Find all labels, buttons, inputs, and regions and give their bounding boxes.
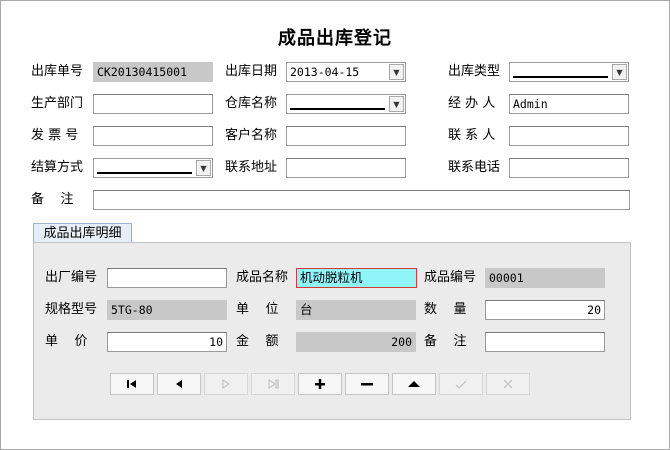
dropdown-arrow-icon[interactable]: ▼ [389,96,404,112]
unit-label: 单 位 [236,302,279,317]
delete-record-button[interactable] [345,373,389,395]
settle-select[interactable]: ▼ [93,158,213,178]
out-no-label: 出库单号 [31,64,84,79]
dropdown-arrow-icon[interactable]: ▼ [389,64,404,80]
product-name-label: 成品名称 [236,270,289,285]
product-name-field[interactable]: 机动脱粒机 [296,268,417,288]
spec-label: 规格型号 [45,302,98,317]
settle-label: 结算方式 [31,160,84,175]
product-no-label: 成品编号 [424,270,477,285]
dept-field[interactable] [93,94,213,114]
remark-label: 备 注 [31,192,74,207]
warehouse-label: 仓库名称 [225,96,278,111]
price-field[interactable]: 10 [107,332,227,352]
out-type-select[interactable]: ▼ [509,62,629,82]
amount-label: 金 额 [236,334,279,349]
plus-icon [315,379,325,389]
contact-field[interactable] [509,126,629,146]
out-date-picker[interactable]: 2013-04-15 ▼ [286,62,406,82]
page-title: 成品出库登记 [278,28,392,49]
out-date-value: 2013-04-15 [290,65,360,79]
last-icon [268,379,279,389]
prior-icon [176,380,182,388]
address-field[interactable] [286,158,406,178]
qty-field[interactable]: 20 [485,300,605,320]
up-triangle-icon [408,381,420,387]
invoice-field[interactable] [93,126,213,146]
unit-field[interactable]: 台 [296,300,416,320]
minus-icon [361,383,373,386]
phone-label: 联系电话 [448,160,501,175]
out-date-label: 出库日期 [225,64,278,79]
qty-label: 数 量 [424,302,467,317]
phone-field[interactable] [509,158,629,178]
detail-remark-label: 备 注 [424,334,467,349]
prior-record-button[interactable] [157,373,201,395]
dropdown-arrow-icon[interactable]: ▼ [612,64,627,80]
out-type-label: 出库类型 [448,64,501,79]
spec-field[interactable]: 5TG-80 [107,300,227,320]
dropdown-arrow-icon[interactable]: ▼ [196,160,211,176]
warehouse-select[interactable]: ▼ [286,94,406,114]
factory-no-field[interactable] [107,268,227,288]
x-icon [503,379,513,389]
check-icon [455,380,467,389]
customer-field[interactable] [286,126,406,146]
product-no-field[interactable]: 00001 [485,268,605,288]
first-record-button[interactable] [110,373,154,395]
factory-no-label: 出厂编号 [45,270,98,285]
first-icon [127,380,136,388]
handler-label: 经 办 人 [448,96,496,111]
cancel-record-button[interactable] [486,373,530,395]
customer-label: 客户名称 [225,128,278,143]
invoice-label: 发 票 号 [31,128,79,143]
post-record-button[interactable] [439,373,483,395]
last-record-button[interactable] [251,373,295,395]
contact-label: 联 系 人 [448,128,496,143]
amount-field[interactable]: 200 [296,332,416,352]
insert-record-button[interactable] [298,373,342,395]
edit-record-button[interactable] [392,373,436,395]
address-label: 联系地址 [225,160,278,175]
next-icon [222,379,230,389]
handler-field[interactable]: Admin [509,94,629,114]
dept-label: 生产部门 [31,96,84,111]
detail-remark-field[interactable] [485,332,605,352]
price-label: 单 价 [45,334,88,349]
tab-product-out-detail[interactable]: 成品出库明细 [33,223,132,243]
remark-field[interactable] [93,190,630,210]
out-no-field[interactable]: CK20130415001 [93,62,213,82]
next-record-button[interactable] [204,373,248,395]
